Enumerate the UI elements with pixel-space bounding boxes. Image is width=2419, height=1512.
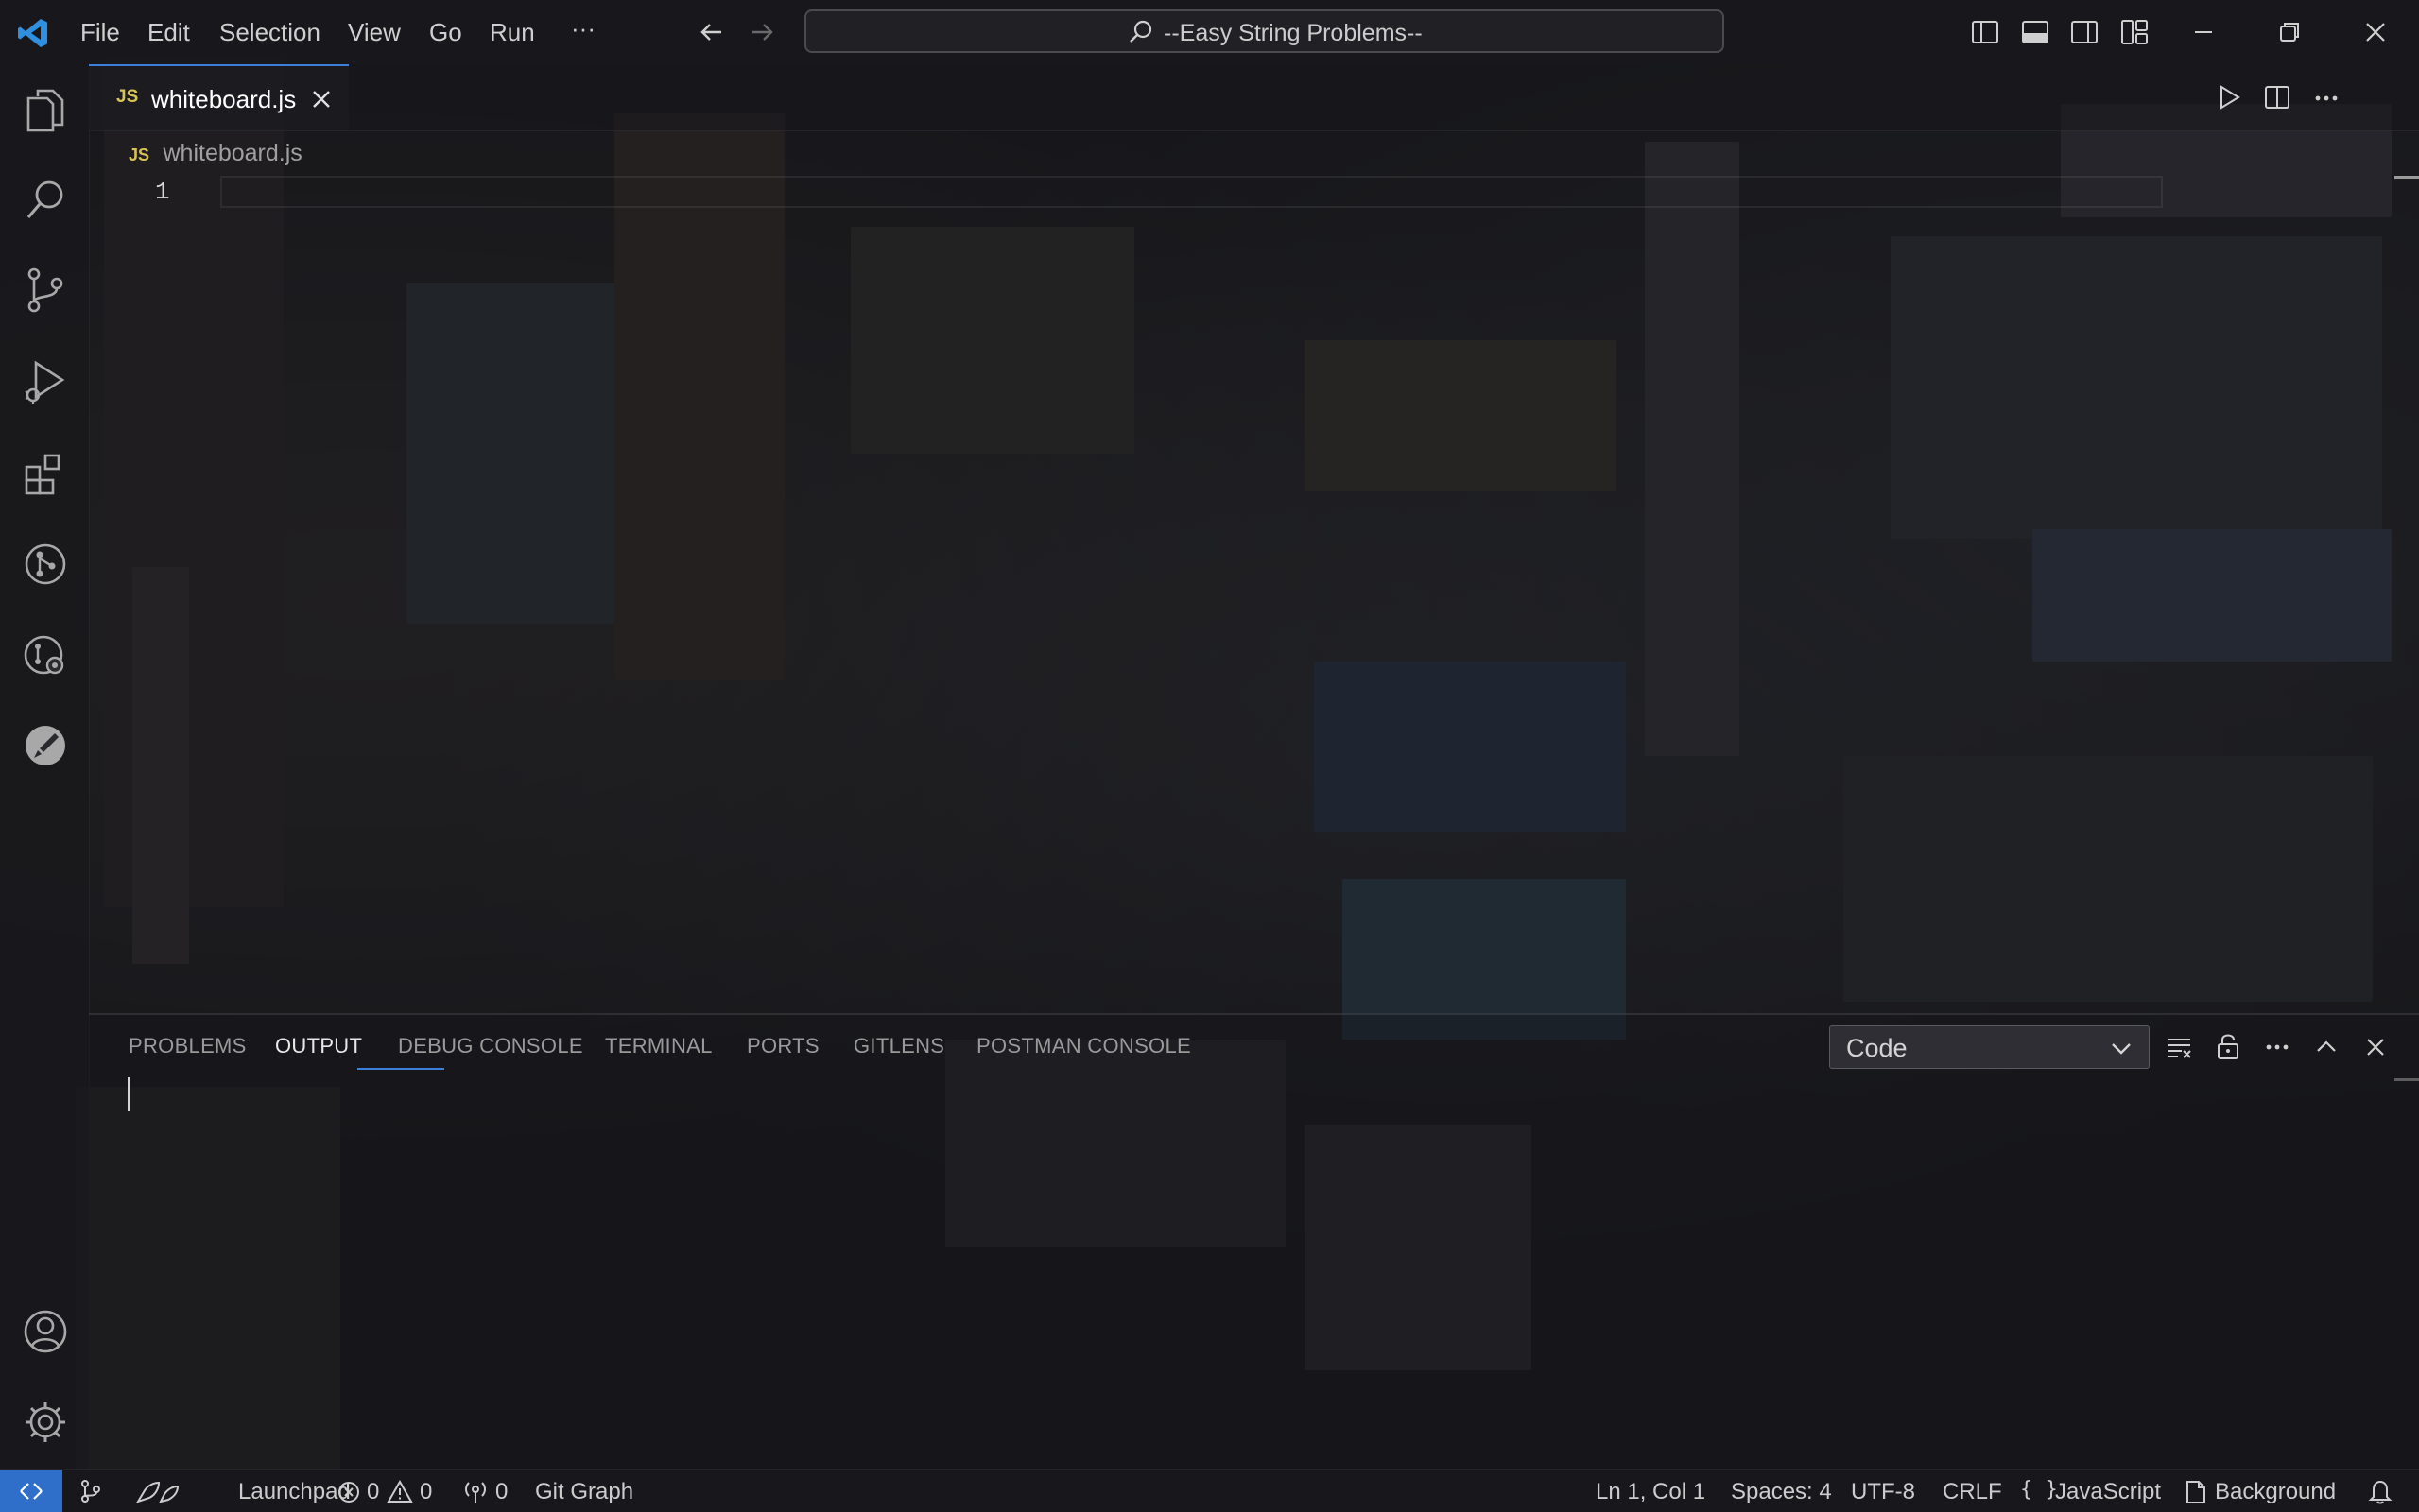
tab-debug-console[interactable]: DEBUG CONSOLE: [398, 1034, 583, 1058]
split-editor-icon[interactable]: [2263, 83, 2291, 112]
search-icon: [1128, 19, 1154, 45]
launchpad-label: Launchpad: [238, 1479, 351, 1504]
menu-more-button[interactable]: ···: [571, 13, 596, 43]
tab-terminal[interactable]: TERMINAL: [605, 1034, 713, 1058]
extensions-icon[interactable]: [23, 450, 68, 497]
title-bar: File Edit Selection View Go Run ··· --Ea…: [0, 0, 2419, 64]
ports-count: 0: [495, 1479, 509, 1504]
maximize-panel-icon[interactable]: [2312, 1033, 2341, 1061]
warning-icon: [387, 1479, 413, 1505]
close-panel-icon[interactable]: [2361, 1033, 2390, 1061]
unlock-icon[interactable]: [2214, 1031, 2242, 1061]
editor-tab-bar: JS whiteboard.js: [89, 64, 2419, 131]
menu-run[interactable]: Run: [490, 17, 535, 47]
status-bar: Launchpad 0 0 0 Git Graph Ln 1, Col 1 Sp…: [0, 1469, 2419, 1512]
rocket-icon: [134, 1479, 181, 1505]
postman-icon[interactable]: [23, 722, 68, 769]
file-icon: [2185, 1479, 2207, 1505]
minimize-icon[interactable]: [2189, 18, 2218, 46]
command-center-search[interactable]: --Easy String Problems--: [804, 9, 1724, 53]
warning-count: 0: [420, 1479, 433, 1504]
account-icon[interactable]: [23, 1308, 68, 1355]
panel-more-actions-icon[interactable]: [2263, 1033, 2291, 1061]
clear-output-icon[interactable]: [2165, 1033, 2193, 1061]
toggle-primary-sidebar-icon[interactable]: [1971, 18, 1999, 46]
tab-problems[interactable]: PROBLEMS: [129, 1034, 247, 1058]
broadcast-icon: [462, 1479, 489, 1505]
remote-connection-icon: [18, 1479, 44, 1503]
cursor-position[interactable]: Ln 1, Col 1: [1596, 1480, 1705, 1504]
back-arrow-icon[interactable]: [698, 18, 726, 46]
line-number: 1: [155, 178, 170, 206]
vscode-logo-icon: [17, 17, 49, 49]
current-line-highlight[interactable]: [220, 176, 2163, 208]
tab-ports[interactable]: PORTS: [747, 1034, 820, 1058]
notifications-bell-icon[interactable]: [2367, 1478, 2393, 1504]
editor-scrollbar[interactable]: [2393, 130, 2419, 1011]
forward-arrow-icon[interactable]: [748, 18, 776, 46]
tab-output[interactable]: OUTPUT: [275, 1034, 362, 1058]
output-channel-value: Code: [1846, 1034, 1908, 1062]
end-of-line[interactable]: CRLF: [1943, 1480, 2002, 1504]
tab-postman-console[interactable]: POSTMAN CONSOLE: [976, 1034, 1191, 1058]
explorer-icon[interactable]: [25, 87, 66, 134]
search-text: --Easy String Problems--: [1164, 20, 1423, 46]
breadcrumb[interactable]: JS whiteboard.js: [129, 140, 302, 167]
curly-braces-icon: { }: [2020, 1478, 2058, 1502]
git-graph-status-icon[interactable]: [78, 1478, 104, 1504]
tab-whiteboard-js[interactable]: JS whiteboard.js: [89, 64, 349, 130]
error-count: 0: [367, 1479, 380, 1504]
restore-icon[interactable]: [2275, 18, 2304, 46]
overview-ruler-marker: [2394, 176, 2419, 179]
run-file-icon[interactable]: [2215, 83, 2243, 112]
close-tab-icon[interactable]: [310, 88, 333, 111]
indentation[interactable]: Spaces: 4: [1731, 1480, 1832, 1504]
javascript-file-icon: JS: [116, 87, 139, 107]
more-actions-icon[interactable]: [2312, 83, 2341, 112]
toggle-secondary-sidebar-icon[interactable]: [2070, 18, 2099, 46]
output-content-area[interactable]: [113, 1073, 2382, 1460]
gitlens-icon[interactable]: [23, 631, 68, 680]
customize-layout-icon[interactable]: [2120, 18, 2149, 46]
editor-text-area[interactable]: [220, 210, 2394, 1004]
remote-indicator[interactable]: [0, 1470, 62, 1512]
run-and-debug-icon[interactable]: [23, 359, 66, 406]
menu-selection[interactable]: Selection: [219, 17, 320, 47]
activity-bar: [0, 64, 90, 1469]
menu-edit[interactable]: Edit: [147, 17, 190, 47]
chevron-down-icon: [2109, 1037, 2134, 1059]
menu-go[interactable]: Go: [429, 17, 462, 47]
active-tab-indicator: [357, 1068, 444, 1070]
tab-gitlens[interactable]: GITLENS: [854, 1034, 944, 1058]
close-window-icon[interactable]: [2361, 18, 2390, 46]
background-label: Background: [2215, 1479, 2337, 1504]
breadcrumb-file[interactable]: whiteboard.js: [163, 140, 302, 166]
javascript-file-icon: JS: [129, 146, 150, 164]
settings-gear-icon[interactable]: [23, 1399, 68, 1446]
menu-view[interactable]: View: [348, 17, 401, 47]
tab-label: whiteboard.js: [151, 85, 297, 113]
encoding[interactable]: UTF-8: [1851, 1480, 1915, 1504]
output-channel-select[interactable]: Code: [1829, 1025, 2150, 1069]
search-icon[interactable]: [25, 178, 66, 221]
toggle-panel-icon[interactable]: [2021, 18, 2049, 46]
git-graph-button[interactable]: Git Graph: [535, 1480, 633, 1504]
menu-file[interactable]: File: [80, 17, 120, 47]
source-control-icon[interactable]: [25, 266, 66, 314]
git-graph-icon[interactable]: [23, 541, 68, 588]
language-label: JavaScript: [2055, 1479, 2162, 1504]
error-icon: [337, 1480, 361, 1504]
